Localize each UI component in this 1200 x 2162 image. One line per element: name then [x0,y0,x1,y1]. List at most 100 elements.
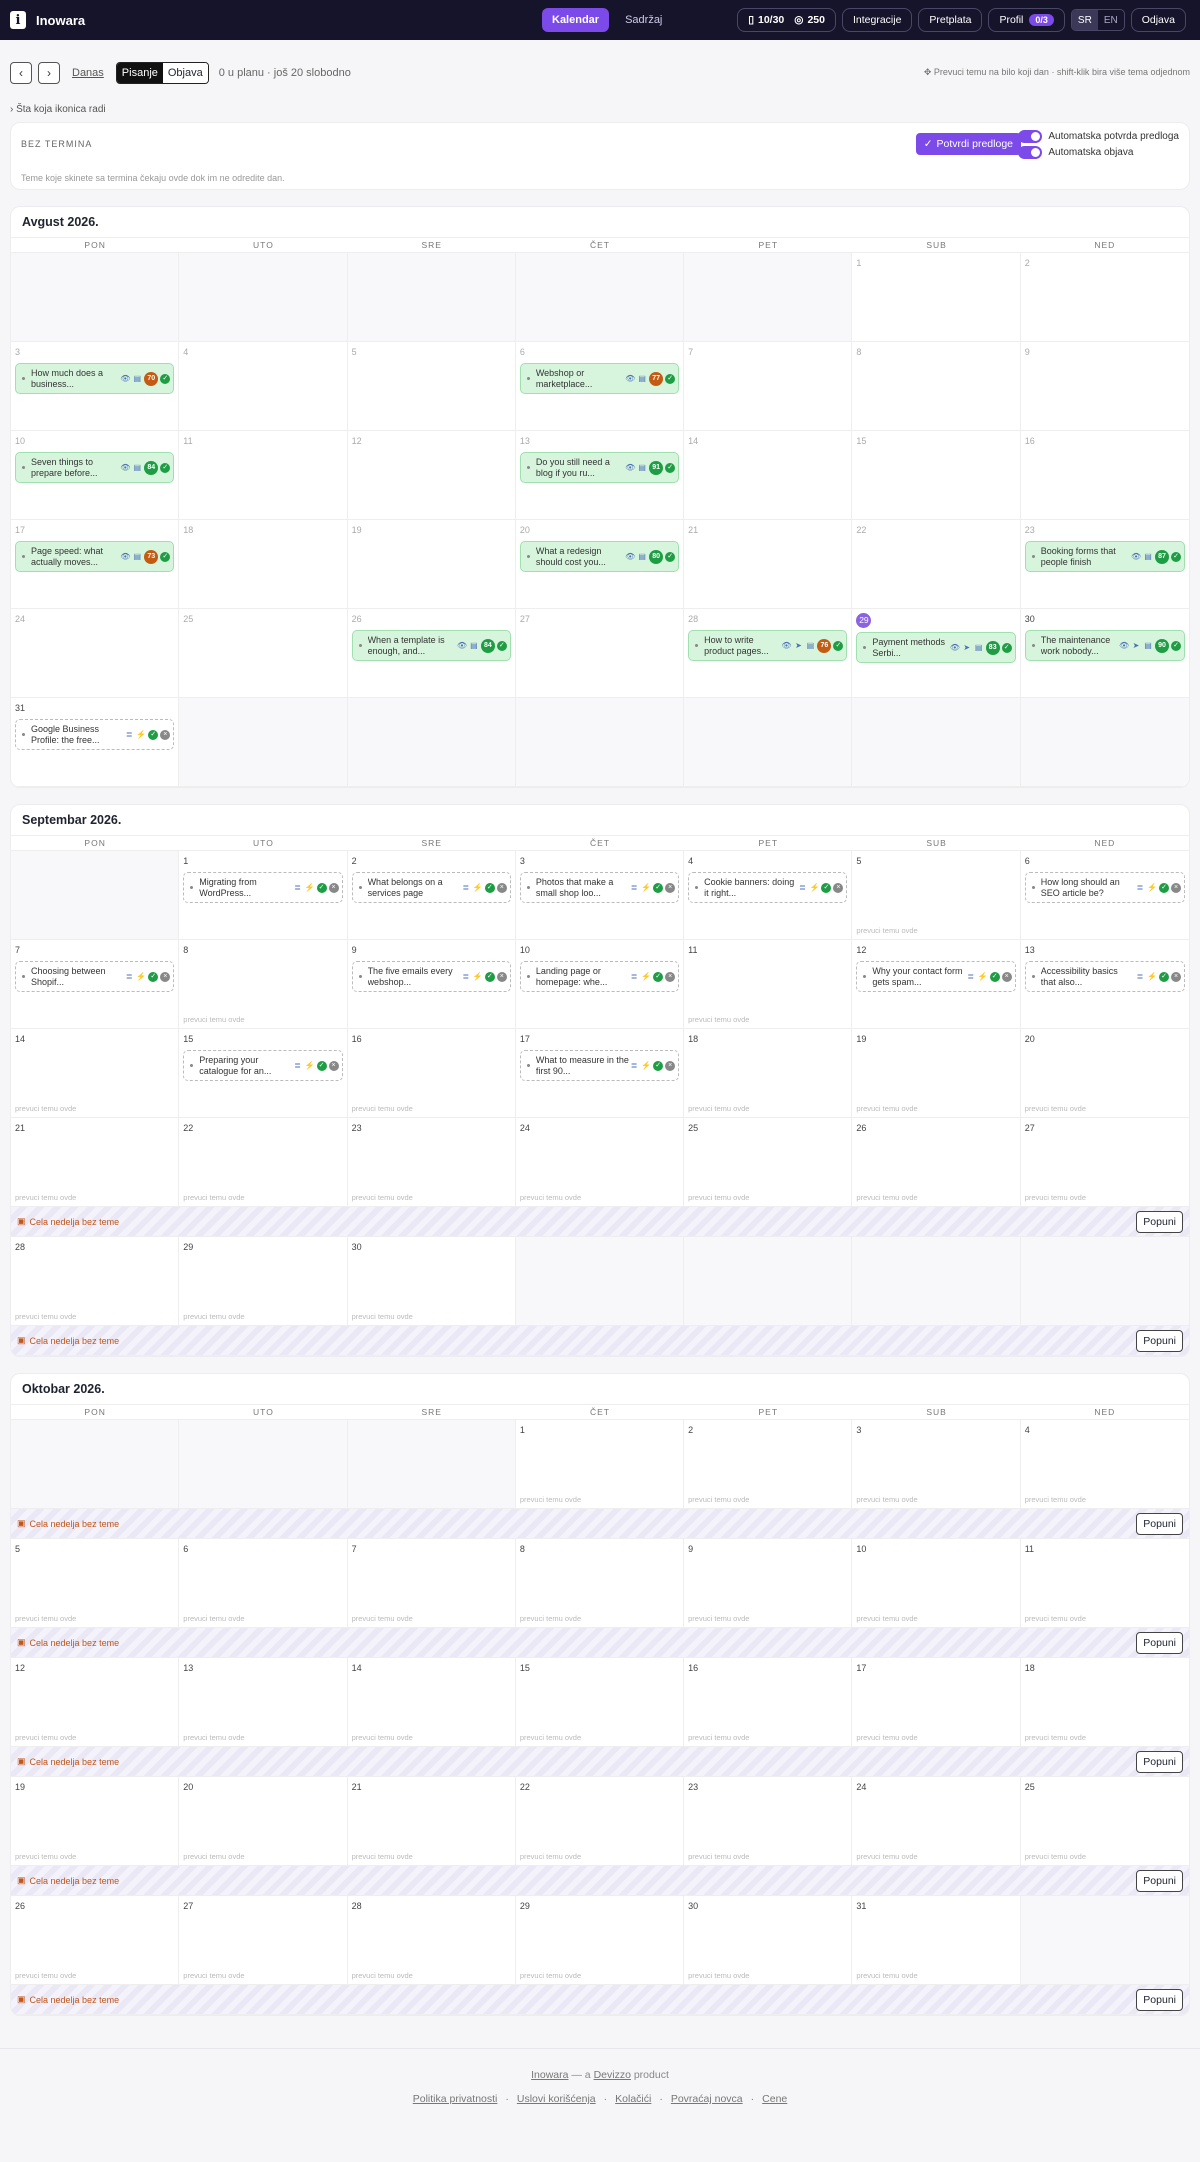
drag-handle-icon[interactable] [358,644,362,647]
approve-check-icon[interactable]: ✓ [821,882,832,893]
day-cell[interactable]: 15 Preparing your catalogue for an... ≣ ⚡ ✓ × [179,1029,348,1117]
day-cell[interactable]: 30 prevuci temu ovde [684,1896,853,1984]
list-icon[interactable]: ≣ [293,882,303,893]
day-cell[interactable]: 28 How to write product pages... 👁 ➤ ▤ 76 ✓ [684,609,853,697]
drag-handle-icon[interactable] [22,975,25,978]
bolt-icon[interactable]: ⚡ [136,971,146,982]
day-cell[interactable]: 24 [11,609,180,697]
fill-week-button[interactable]: Popuni [1136,1988,1183,2011]
day-cell[interactable]: 13 Do you still need a blog if you ru... 👁… [516,431,685,519]
remove-icon[interactable]: × [160,971,171,982]
fill-week-button[interactable]: Popuni [1136,1869,1183,1892]
subscription-button[interactable]: Pretplata [918,8,983,32]
day-cell[interactable]: 19 prevuci temu ovde [852,1029,1021,1117]
day-cell[interactable]: 2 What belongs on a services page ≣ ⚡ ✓ × [348,851,516,939]
remove-icon[interactable]: × [665,1060,676,1071]
lang-sr[interactable]: SR [1071,10,1098,30]
remove-icon[interactable]: × [328,882,339,893]
drag-handle-icon[interactable] [358,975,362,978]
next-month-button[interactable]: › [38,62,60,84]
topic-card[interactable]: Landing page or homepage: whe... ≣ ⚡ ✓ × [519,961,680,992]
day-cell[interactable]: 20 prevuci temu ovde [179,1777,348,1865]
day-cell[interactable]: 18 prevuci temu ovde [684,1029,853,1117]
remove-icon[interactable]: × [665,882,676,893]
remove-icon[interactable]: × [160,729,171,740]
day-cell[interactable]: 8 prevuci temu ovde [516,1539,685,1627]
day-cell[interactable]: 3 Photos that make a small shop loo... ≣ ⚡ ✓… [516,851,685,939]
day-cell[interactable]: 22 [852,520,1021,608]
day-cell[interactable]: 9 [1021,342,1189,430]
list-icon[interactable]: ≣ [124,729,134,740]
day-cell[interactable]: 11 prevuci temu ovde [1021,1539,1189,1627]
day-cell[interactable]: 19 prevuci temu ovde [11,1777,180,1865]
send-icon[interactable]: ➤ [962,642,972,653]
eye-icon[interactable]: 👁 [457,640,467,651]
day-cell[interactable]: 11 prevuci temu ovde [684,940,853,1028]
eye-icon[interactable]: 👁 [1119,640,1129,651]
eye-icon[interactable]: 👁 [120,373,130,384]
fill-week-button[interactable]: Popuni [1136,1631,1183,1654]
drag-handle-icon[interactable] [526,555,530,558]
day-cell[interactable]: 23 Booking forms that people finish 👁 ▤ 87 ✓ [1021,520,1189,608]
document-icon[interactable]: ▤ [637,462,647,473]
drag-handle-icon[interactable] [1031,644,1035,647]
day-cell[interactable]: 27 [516,609,685,697]
drag-handle-icon[interactable] [526,1064,530,1067]
bolt-icon[interactable]: ⚡ [641,882,651,893]
document-icon[interactable]: ▤ [132,462,142,473]
footer-link-terms[interactable]: Uslovi korišćenja [517,2093,596,2105]
remove-icon[interactable]: × [833,882,844,893]
list-icon[interactable]: ≣ [797,882,807,893]
day-cell[interactable]: 2 [1021,253,1189,341]
approve-check-icon[interactable]: ✓ [989,971,1000,982]
topic-card[interactable]: How much does a business... 👁 ▤ 70 ✓ [15,363,175,394]
document-icon[interactable]: ▤ [1143,640,1153,651]
day-cell[interactable]: 28 prevuci temu ovde [348,1896,516,1984]
day-cell[interactable]: 27 prevuci temu ovde [1021,1118,1189,1206]
approve-check-icon[interactable]: ✓ [484,971,495,982]
day-cell[interactable]: 16 [1021,431,1189,519]
eye-icon[interactable]: 👁 [120,462,130,473]
day-cell[interactable]: 15 prevuci temu ovde [516,1658,685,1746]
drag-handle-icon[interactable] [1031,886,1035,889]
document-icon[interactable]: ▤ [805,640,815,651]
day-cell[interactable]: 9 prevuci temu ovde [684,1539,853,1627]
day-cell[interactable]: 2 prevuci temu ovde [684,1420,853,1508]
day-cell[interactable]: 24 prevuci temu ovde [852,1777,1021,1865]
list-icon[interactable]: ≣ [1135,882,1145,893]
bolt-icon[interactable]: ⚡ [978,971,988,982]
day-cell[interactable]: 6 How long should an SEO article be? ≣ ⚡ ✓ × [1021,851,1189,939]
bolt-icon[interactable]: ⚡ [305,1060,315,1071]
topic-card[interactable]: How to write product pages... 👁 ➤ ▤ 76 ✓ [688,630,848,661]
approve-check-icon[interactable]: ✓ [1159,971,1169,982]
day-cell[interactable]: 21 prevuci temu ovde [348,1777,516,1865]
fill-week-button[interactable]: Popuni [1136,1210,1183,1233]
topic-card[interactable]: How long should an SEO article be? ≣ ⚡ ✓ × [1024,872,1185,903]
day-cell[interactable]: 1 [852,253,1021,341]
day-cell[interactable]: 20 What a redesign should cost you... 👁 ▤ 80… [516,520,685,608]
topic-card[interactable]: Photos that make a small shop loo... ≣ ⚡ ✓ × [519,872,680,903]
day-cell[interactable]: 10 prevuci temu ovde [852,1539,1021,1627]
day-cell[interactable]: 28 prevuci temu ovde [11,1237,180,1325]
remove-icon[interactable]: × [1001,971,1012,982]
footer-parent-link[interactable]: Devizzo [594,2069,631,2081]
day-cell[interactable]: 21 prevuci temu ovde [11,1118,180,1206]
eye-icon[interactable]: 👁 [781,640,791,651]
day-cell[interactable]: 30 prevuci temu ovde [348,1237,516,1325]
topic-card[interactable]: Seven things to prepare before... 👁 ▤ 84 ✓ [15,452,175,483]
approve-check-icon[interactable]: ✓ [653,971,664,982]
day-cell[interactable]: 22 prevuci temu ovde [516,1777,685,1865]
list-icon[interactable]: ≣ [629,882,639,893]
profile-button[interactable]: Profil 0/3 [988,8,1065,32]
integrations-button[interactable]: Integracije [841,8,913,32]
auto-publish-toggle[interactable]: Automatska objava [1018,146,1179,159]
bolt-icon[interactable]: ⚡ [473,882,483,893]
bolt-icon[interactable]: ⚡ [641,1060,651,1071]
day-cell[interactable]: 16 prevuci temu ovde [684,1658,853,1746]
topic-card[interactable]: What to measure in the first 90... ≣ ⚡ ✓ × [519,1050,680,1081]
day-cell[interactable]: 3 prevuci temu ovde [852,1420,1021,1508]
send-icon[interactable]: ➤ [1131,640,1141,651]
fill-week-button[interactable]: Popuni [1136,1512,1183,1535]
mode-publishing[interactable]: Objava [162,63,208,83]
topic-card[interactable]: Booking forms that people finish 👁 ▤ 87 ✓ [1024,541,1185,572]
